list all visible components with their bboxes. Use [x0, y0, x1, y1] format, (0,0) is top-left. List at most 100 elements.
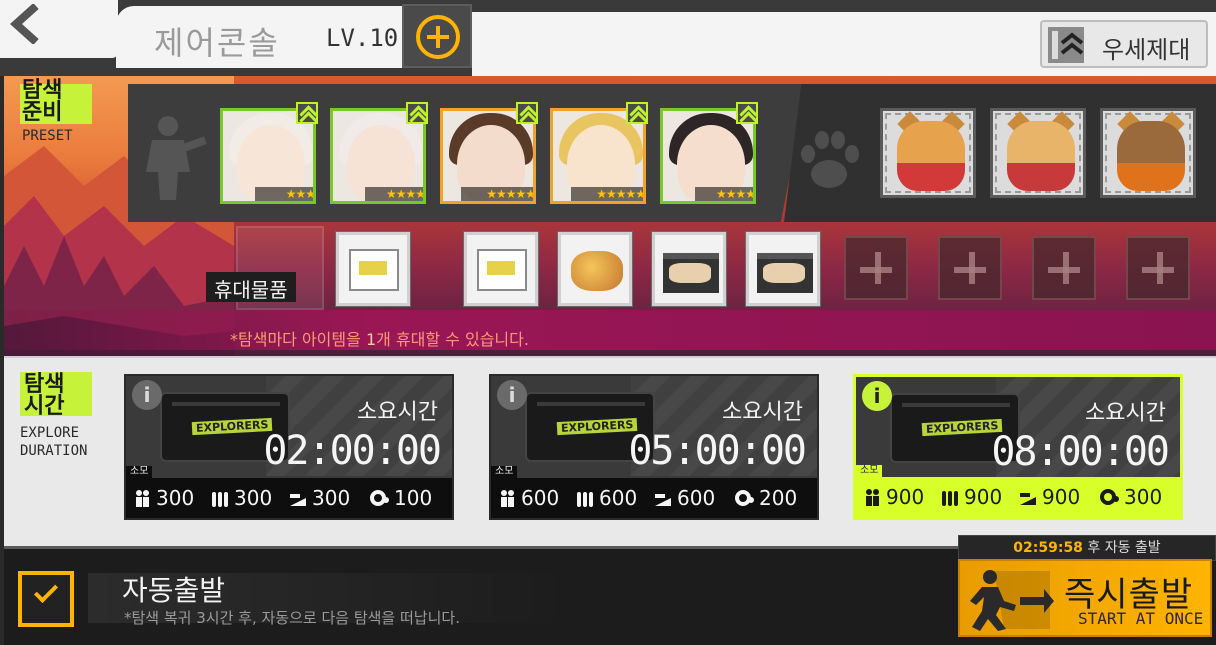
supply-crate-icon	[477, 249, 527, 291]
doll-rank-icon	[736, 102, 758, 124]
duration-time: 08:00:00	[991, 429, 1170, 475]
doll-rank-icon	[626, 102, 648, 124]
fairy-slot-1[interactable]	[880, 108, 976, 198]
doll-silhouette-icon	[146, 116, 207, 200]
ammo-cost: 900	[940, 485, 1002, 511]
carry-notice-text: *탐색마다 아이템을	[230, 330, 366, 349]
rations-cost: 900	[1018, 485, 1080, 511]
empty-item-slot[interactable]	[1032, 236, 1096, 300]
ammo-cost: 300	[210, 486, 272, 512]
manpower-cost: 900	[862, 485, 924, 511]
preset-tag-label: 탐색 준비	[22, 78, 63, 125]
auto-depart-timer: 02:59:58 후 자동 출발	[958, 535, 1216, 561]
back-button[interactable]	[0, 0, 118, 58]
console-level: LV.10	[326, 24, 399, 52]
ammo-value: 300	[234, 486, 273, 510]
ammo-icon	[212, 492, 228, 507]
info-icon[interactable]: i	[497, 380, 527, 410]
manpower-value: 600	[521, 486, 560, 510]
bread-box-icon	[757, 253, 813, 293]
plus-icon	[416, 15, 460, 59]
cost-tag: 소모	[491, 466, 518, 478]
doll-rank-icon	[516, 102, 538, 124]
checkmark-icon	[33, 578, 59, 604]
parts-cost: 300	[1100, 485, 1162, 511]
priority-echelon-label: 우세제대	[1102, 36, 1191, 64]
notice-band	[4, 310, 1216, 350]
item-slot-3[interactable]	[558, 232, 632, 306]
explore-duration-section: 탐색 시간 EXPLORE DURATION EXPLORERS i 소요시간 …	[4, 356, 1216, 546]
duration-option-5h[interactable]: EXPLORERS i 소요시간 05:00:00 소모 600 600 600…	[489, 374, 819, 520]
empty-item-slot[interactable]	[938, 236, 1002, 300]
item-slot-1[interactable]	[336, 232, 410, 306]
duration-option-2h[interactable]: EXPLORERS i 소요시간 02:00:00 소모 300 300 300…	[124, 374, 454, 520]
ammo-cost: 600	[575, 486, 637, 512]
doll-star-rating: ★★★★	[365, 187, 423, 201]
start-at-once-button[interactable]: 즉시출발 START AT ONCE	[958, 559, 1212, 637]
doll-star-rating: ★★★★★	[461, 187, 533, 201]
manpower-cost: 300	[132, 486, 194, 512]
priority-echelon-button[interactable]: 우세제대	[1040, 20, 1208, 68]
top-bar: 제어콘솔 LV.10 우세제대	[0, 0, 1216, 76]
timer-value: 02:59:58	[1013, 540, 1083, 556]
preset-section: 탐색 준비 PRESET ★★★ ★★★★ ★★★★★ ★★★★★ ★★★★ 휴…	[4, 76, 1216, 356]
fairy-portrait	[1007, 121, 1075, 191]
fairy-portrait	[897, 121, 965, 191]
item-slot-4[interactable]	[652, 232, 726, 306]
page-title: 제어콘솔	[154, 24, 280, 62]
info-icon[interactable]: i	[862, 381, 892, 411]
duration-tag-label: 탐색 시간	[24, 372, 65, 419]
rations-value: 600	[677, 486, 716, 510]
cost-tag: 소모	[126, 466, 153, 478]
food-item-icon	[571, 251, 623, 291]
cost-bar: 소모 600 600 600 200	[491, 466, 817, 518]
item-slot-2[interactable]	[464, 232, 538, 306]
auto-depart-checkbox[interactable]	[18, 571, 74, 627]
info-icon[interactable]: i	[132, 380, 162, 410]
manpower-icon	[501, 490, 514, 507]
title-panel: 제어콘솔 LV.10	[116, 6, 406, 68]
start-button-english: START AT ONCE	[1078, 609, 1204, 628]
parts-value: 200	[759, 486, 798, 510]
preset-tag-english: PRESET	[22, 128, 73, 144]
parts-cost: 200	[735, 486, 797, 512]
duration-time: 02:00:00	[263, 428, 442, 474]
parts-cost: 100	[370, 486, 432, 512]
manpower-icon	[136, 490, 149, 507]
doll-rank-icon	[406, 102, 428, 124]
parts-icon	[1100, 489, 1119, 505]
auto-depart-description: *탐색 복귀 3시간 후, 자동으로 다음 탐색을 떠납니다.	[124, 609, 460, 627]
duration-tag-english: EXPLORE DURATION	[20, 425, 88, 459]
fairy-slot-2[interactable]	[990, 108, 1086, 198]
empty-item-slot[interactable]	[844, 236, 908, 300]
empty-item-slot[interactable]	[1126, 236, 1190, 300]
upgrade-plus-button[interactable]	[402, 4, 472, 68]
carry-notice-count: 1	[365, 330, 377, 349]
ammo-value: 900	[964, 485, 1003, 509]
supply-crate-icon	[349, 249, 399, 291]
duration-option-8h[interactable]: EXPLORERS i 소요시간 08:00:00 소모 900 900 900…	[853, 374, 1183, 520]
doll-star-rating: ★★★★	[695, 187, 753, 201]
duration-label: 소요시간	[357, 400, 438, 425]
rations-value: 900	[1042, 485, 1081, 509]
fairy-portrait	[1117, 121, 1185, 191]
auto-depart-title: 자동출발	[122, 574, 226, 607]
echelon-rank-icon	[1048, 27, 1084, 63]
carry-items-label: 휴대물품	[206, 272, 296, 302]
rations-icon	[655, 494, 671, 506]
back-arrow-icon	[10, 4, 39, 44]
case-label: EXPLORERS	[191, 417, 273, 436]
doll-star-rating: ★★★★★	[571, 187, 643, 201]
cost-bar: 소모 300 300 300 100	[126, 466, 452, 518]
item-slot-5[interactable]	[746, 232, 820, 306]
fairy-slot-3[interactable]	[1100, 108, 1196, 198]
ammo-value: 600	[599, 486, 638, 510]
rations-value: 300	[312, 486, 351, 510]
manpower-value: 900	[886, 485, 925, 509]
case-label: EXPLORERS	[556, 417, 638, 436]
bread-box-icon	[663, 253, 719, 293]
timer-suffix: 후 자동 출발	[1082, 540, 1161, 556]
duration-label: 소요시간	[1085, 401, 1166, 426]
paw-icon	[801, 131, 859, 188]
parts-icon	[370, 490, 389, 506]
